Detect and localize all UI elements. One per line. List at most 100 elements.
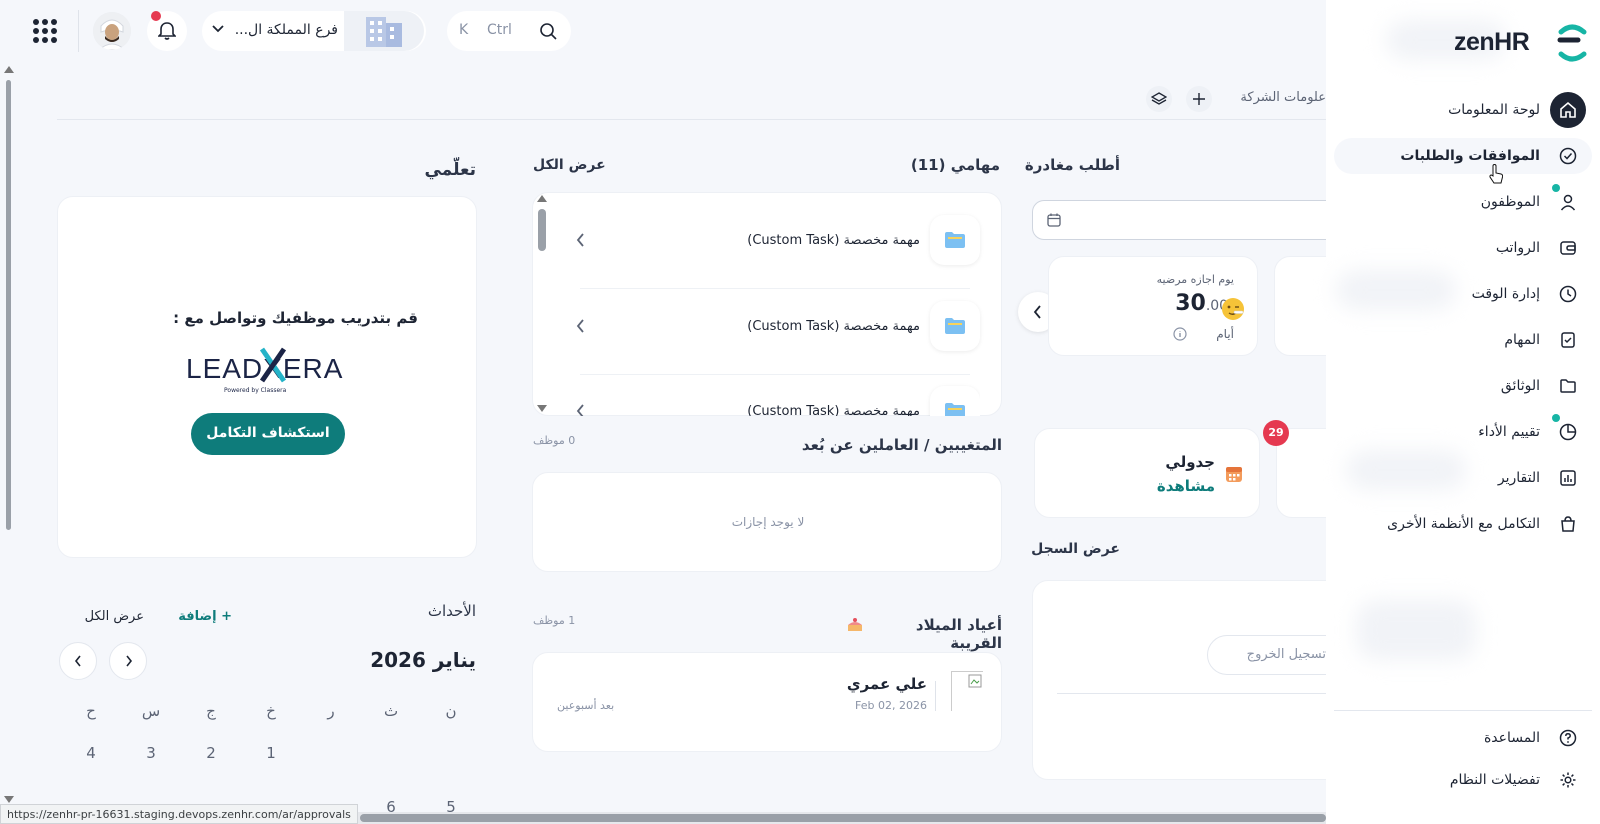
breadcrumb-company-info[interactable]: علومات الشركة	[1230, 90, 1326, 105]
task-divider	[580, 288, 970, 289]
explore-integration-button[interactable]: استكشاف التكامل	[191, 413, 345, 455]
sidebar-help[interactable]: المساعدة	[1334, 720, 1592, 756]
task-label: مهمة مخصصة (Custom Task)	[747, 318, 920, 334]
calendar-icon	[1225, 465, 1243, 483]
events-view-all[interactable]: عرض الكل	[70, 609, 144, 624]
birthday-when: بعد أسبوعين	[557, 699, 615, 712]
my-schedule-card[interactable]: جدولي مشاهدة	[1034, 428, 1260, 518]
weekday-tue: ث	[383, 702, 399, 720]
log-divider	[1057, 693, 1347, 694]
sidebar-item-label: المساعدة	[1483, 730, 1540, 746]
task-item[interactable]: مهمة مخصصة (Custom Task)	[570, 291, 980, 361]
calendar-month: يناير 2026	[370, 648, 476, 672]
sidebar-item-dashboard[interactable]: لوحة المعلومات	[1334, 92, 1592, 128]
balance-unit: أيام	[1216, 327, 1234, 341]
weekday-sat: س	[141, 702, 161, 720]
logo-wordmark: zenHR	[1454, 28, 1530, 56]
sidebar-item-reports[interactable]: التقارير	[1334, 460, 1592, 496]
chevron-left-icon	[576, 404, 585, 416]
tasks-scrollbar[interactable]	[535, 195, 549, 413]
leadxera-powered-by: Powered by Classera	[224, 387, 287, 394]
learn-card: قم بتدريب موظفيك وتواصل مع : LEADXERA Po…	[57, 196, 477, 558]
info-icon[interactable]	[1173, 327, 1187, 341]
absent-card: لا يوجد إجازات	[532, 472, 1002, 572]
request-leave-link[interactable]: أطلب مغادرة	[1020, 156, 1120, 174]
folder-icon	[930, 215, 980, 265]
events-add-link[interactable]: + إضافة	[172, 609, 232, 624]
sidebar-item-label: تقييم الأداء	[1478, 424, 1540, 440]
search-shortcut-k: K	[459, 22, 469, 38]
learn-title: تعلّمي	[424, 160, 476, 180]
page-scrollbar[interactable]	[2, 66, 14, 806]
calendar-day[interactable]: 2	[196, 744, 226, 762]
task-item[interactable]: مهمة مخصصة (Custom Task)	[570, 378, 980, 416]
calendar-prev-button[interactable]	[59, 642, 97, 680]
sidebar-item-label: إدارة الوقت	[1471, 286, 1540, 302]
task-label: مهمة مخصصة (Custom Task)	[747, 232, 920, 248]
chevron-left-icon	[576, 319, 585, 333]
schedule-view-link[interactable]: مشاهدة	[1115, 477, 1215, 495]
calendar-day[interactable]: 4	[76, 744, 106, 762]
sick-leave-balance-card[interactable]: يوم اجازه مرضيه 30.000 أيام	[1048, 256, 1258, 356]
notifications-button[interactable]	[147, 11, 187, 51]
tasks-view-all[interactable]: عرض الكل	[533, 157, 606, 173]
weekday-wed: ر	[327, 702, 335, 720]
weekday-fri: ج	[206, 702, 216, 720]
zenhr-logo[interactable]: zenHR	[1454, 24, 1594, 64]
check-circle-icon	[1550, 138, 1586, 174]
calendar-day[interactable]: 3	[136, 744, 166, 762]
birthday-date: Feb 02, 2026	[855, 699, 927, 712]
employees-indicator-dot	[1552, 184, 1560, 192]
wallet-icon	[1550, 230, 1586, 266]
schedule-title: جدولي	[1165, 453, 1215, 471]
sidebar-item-label: التقارير	[1497, 470, 1540, 486]
search-box[interactable]: K Ctrl	[447, 11, 571, 51]
view-log-link[interactable]: عرض السجل	[1020, 541, 1120, 557]
branch-label: فرع المملكة ال...	[234, 22, 338, 38]
calendar-day[interactable]: 1	[256, 744, 286, 762]
birthday-card[interactable]: علي عمري Feb 02, 2026 بعد أسبوعين	[532, 652, 1002, 752]
search-icon	[539, 22, 557, 40]
sidebar-item-tasks[interactable]: المهام	[1334, 322, 1592, 358]
sidebar-divider	[1334, 710, 1592, 711]
sidebar-item-documents[interactable]: الوثائق	[1334, 368, 1592, 404]
sidebar-item-approvals[interactable]: الموافقات والطلبات	[1334, 138, 1592, 174]
employee-name: علي عمري	[846, 675, 927, 693]
performance-indicator-dot	[1552, 414, 1560, 422]
sidebar-item-integrations[interactable]: التكامل مع الأنظمة الأخرى	[1334, 506, 1592, 542]
calendar-next-button[interactable]	[109, 642, 147, 680]
sidebar-item-label: الوثائق	[1500, 378, 1540, 394]
add-tab-button[interactable]	[1186, 86, 1212, 112]
learn-text: قم بتدريب موظفيك وتواصل مع :	[173, 309, 418, 327]
balance-label: يوم اجازه مرضيه	[1156, 273, 1234, 286]
photo-divider	[935, 681, 936, 711]
chevron-down-icon	[212, 25, 224, 33]
layers-icon	[1151, 91, 1167, 107]
sidebar-item-label: لوحة المعلومات	[1448, 102, 1540, 118]
sidebar-item-label: الموظفون	[1480, 194, 1540, 210]
notification-dot	[151, 11, 161, 21]
sidebar-settings[interactable]: تفضيلات النظام	[1334, 762, 1592, 798]
sidebar-item-label: التكامل مع الأنظمة الأخرى	[1387, 516, 1540, 532]
layers-button[interactable]	[1146, 86, 1172, 112]
sidebar-item-time-management[interactable]: إدارة الوقت	[1334, 276, 1592, 312]
leave-date-input[interactable]	[1032, 200, 1326, 240]
branch-selector[interactable]: فرع المملكة ال...	[202, 11, 426, 51]
task-item[interactable]: مهمة مخصصة (Custom Task)	[570, 205, 980, 275]
bag-icon	[1550, 506, 1586, 542]
weekday-mon: ن	[445, 702, 457, 720]
chevron-right-icon	[125, 655, 146, 667]
plus-icon	[1192, 92, 1206, 106]
schedule-badge: 29	[1263, 420, 1289, 446]
apps-grid-icon[interactable]	[30, 16, 60, 46]
sidebar-item-payroll[interactable]: الرواتب	[1334, 230, 1592, 266]
header-divider	[57, 119, 1326, 120]
avatar[interactable]	[93, 12, 131, 50]
clock-icon	[1550, 276, 1586, 312]
events-title: الأحداث	[427, 602, 476, 620]
help-icon	[1550, 720, 1586, 756]
task-divider	[580, 374, 970, 375]
sidebar-item-label: الرواتب	[1495, 240, 1540, 256]
chevron-left-icon	[576, 233, 585, 247]
attendance-log-card: تسجيل الخروج	[1032, 580, 1352, 780]
